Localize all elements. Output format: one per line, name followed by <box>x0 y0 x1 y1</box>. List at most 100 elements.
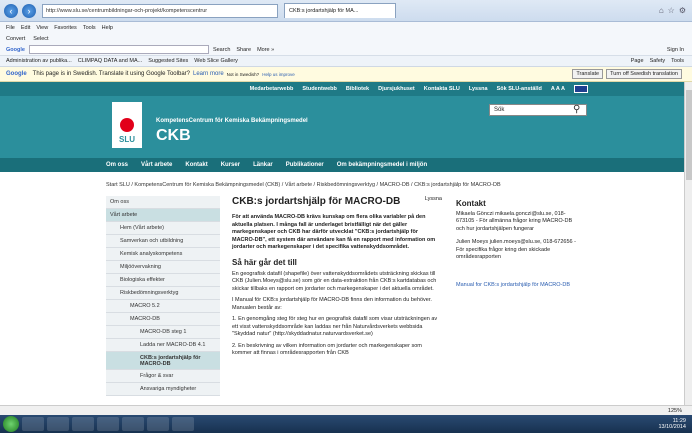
taskbar-app-icon[interactable] <box>22 417 44 431</box>
sidebar-item[interactable]: Om oss <box>106 196 220 209</box>
top-navigation: Medarbetarwebb Studentwebb Bibliotek Dju… <box>0 82 684 96</box>
star-icon[interactable]: ☆ <box>668 6 675 15</box>
menu-favorites[interactable]: Favorites <box>54 25 77 31</box>
topnav-item[interactable]: Medarbetarwebb <box>250 86 294 92</box>
gear-icon[interactable]: ⚙ <box>679 6 686 15</box>
breadcrumb[interactable]: Start SLU / KompetensCentrum för Kemiska… <box>106 182 501 188</box>
site-header: SLU KompetensCentrum för Kemiska Bekämpn… <box>0 96 684 158</box>
home-icon[interactable]: ⌂ <box>659 6 664 15</box>
taskbar-app-icon[interactable] <box>172 417 194 431</box>
slu-logo[interactable]: SLU <box>112 102 142 148</box>
google-search-button[interactable]: Search <box>213 47 230 53</box>
taskbar-app-icon[interactable] <box>122 417 144 431</box>
sidebar-item[interactable]: Biologiska effekter <box>106 274 220 287</box>
nav-kurser[interactable]: Kurser <box>221 162 240 168</box>
contact-entry: Mikaela Gönczi mikaela.gonczi@slu.se, 01… <box>456 210 573 232</box>
topnav-item[interactable]: Kontakta SLU <box>424 86 460 92</box>
taskbar-app-icon[interactable] <box>47 417 69 431</box>
topnav-item[interactable]: Studentwebb <box>302 86 337 92</box>
site-title: CKB <box>156 127 191 144</box>
uk-flag-icon[interactable] <box>574 85 588 93</box>
fav-item[interactable]: Web Slice Gallery <box>194 58 238 64</box>
nav-om-bekampningsmedel[interactable]: Om bekämpningsmedel i miljön <box>337 162 427 168</box>
browser-titlebar: ‹ › http://www.slu.se/centrumbildningar-… <box>0 0 692 22</box>
translate-message: This page is in Swedish. Translate it us… <box>32 71 190 77</box>
tools-menu[interactable]: Tools <box>671 58 684 64</box>
menu-edit[interactable]: Edit <box>21 25 30 31</box>
sidebar-item[interactable]: Samverkan och utbildning <box>106 235 220 248</box>
taskbar-app-icon[interactable] <box>97 417 119 431</box>
topnav-item[interactable]: Lyssna <box>469 86 488 92</box>
clock[interactable]: 11:29 13/10/2014 <box>658 418 686 430</box>
taskbar: 11:29 13/10/2014 <box>0 415 692 433</box>
zoom-level[interactable]: 125% <box>668 408 682 414</box>
nav-lankar[interactable]: Länkar <box>253 162 273 168</box>
turn-off-translation-button[interactable]: Turn off Swedish translation <box>606 69 682 79</box>
menu-file[interactable]: File <box>6 25 15 31</box>
sidebar: Om oss Vårt arbete Hem (Vårt arbete) Sam… <box>106 196 220 396</box>
sidebar-item[interactable]: MACRO 5.2 <box>106 300 220 313</box>
help-link[interactable]: Help us improve <box>262 72 295 77</box>
scrollbar[interactable] <box>684 82 692 405</box>
start-button[interactable] <box>3 416 19 432</box>
page-menu[interactable]: Page <box>631 58 644 64</box>
topnav-item[interactable]: Sök SLU-anställd <box>497 86 542 92</box>
taskbar-app-icon[interactable] <box>72 417 94 431</box>
nav-om-oss[interactable]: Om oss <box>106 162 128 168</box>
manual-link[interactable]: Manual for CKB:s jordartshjälp för MACRO… <box>456 282 578 290</box>
taskbar-app-icon[interactable] <box>147 417 169 431</box>
contact-heading: Kontakt <box>456 199 486 208</box>
nav-kontakt[interactable]: Kontakt <box>185 162 207 168</box>
nav-publikationer[interactable]: Publikationer <box>286 162 324 168</box>
browser-tab[interactable]: CKB:s jordartshjälp för MA... <box>284 3 396 18</box>
fav-item[interactable]: Administration av publika... <box>6 58 72 64</box>
listen-button[interactable]: Lyssna <box>425 196 442 202</box>
safety-menu[interactable]: Safety <box>650 58 666 64</box>
main-content: CKB:s jordartshjälp för MACRO-DB Lyssna … <box>232 196 442 362</box>
sidebar-item-current[interactable]: CKB:s jordartshjälp för MACRO-DB <box>106 352 220 370</box>
paragraph: En geografisk datafil (shapefile) över v… <box>232 270 437 292</box>
text-size-control[interactable]: A A A <box>551 86 565 92</box>
google-search-input[interactable] <box>28 45 209 54</box>
nav-vart-arbete[interactable]: Vårt arbete <box>141 162 172 168</box>
sidebar-item[interactable]: Hem (Vårt arbete) <box>106 222 220 235</box>
translate-bar: Google This page is in Swedish. Translat… <box>0 67 692 82</box>
sidebar-item[interactable]: Miljöövervakning <box>106 261 220 274</box>
sidebar-item[interactable]: Ladda ner MACRO-DB 4.1 <box>106 339 220 352</box>
translate-button[interactable]: Translate <box>572 69 604 79</box>
google-logo: Google <box>6 46 25 53</box>
sidebar-item[interactable]: Vårt arbete <box>106 209 220 222</box>
more-button[interactable]: More » <box>257 47 274 53</box>
share-button[interactable]: Share <box>236 47 251 53</box>
command-bar: Convert Select <box>0 33 692 44</box>
sidebar-item[interactable]: Ansvariga myndigheter <box>106 383 220 396</box>
google-logo: Google <box>6 71 27 77</box>
paragraph: 1. En genomgång steg för steg hur en geo… <box>232 316 438 337</box>
address-bar[interactable]: http://www.slu.se/centrumbildningar-och-… <box>42 3 278 18</box>
convert-button[interactable]: Convert <box>6 36 25 42</box>
topnav-item[interactable]: Djursjukhuset <box>378 86 415 92</box>
sidebar-item[interactable]: Frågor & svar <box>106 370 220 383</box>
sign-in-link[interactable]: Sign In <box>667 47 684 53</box>
section-heading: Så här går det till <box>232 257 297 267</box>
sidebar-item[interactable]: Riskbedömningsverktyg <box>106 287 220 300</box>
forward-button[interactable]: › <box>22 3 36 18</box>
favorites-bar: Administration av publika... CLIMPAQ DAT… <box>0 56 692 67</box>
sidebar-item[interactable]: MACRO-DB <box>106 313 220 326</box>
menu-help[interactable]: Help <box>102 25 113 31</box>
not-swedish-link[interactable]: Not in Swedish? <box>227 72 260 77</box>
menu-tools[interactable]: Tools <box>83 25 96 31</box>
site-subtitle: KompetensCentrum för Kemiska Bekämpnings… <box>156 118 308 124</box>
fav-item[interactable]: CLIMPAQ DATA and MA... <box>78 58 143 64</box>
sidebar-item[interactable]: MACRO-DB steg 1 <box>106 326 220 339</box>
window-controls: ⌂ ☆ ⚙ <box>659 6 686 15</box>
topnav-item[interactable]: Bibliotek <box>346 86 369 92</box>
select-button[interactable]: Select <box>33 36 48 42</box>
menu-view[interactable]: View <box>36 25 48 31</box>
fav-item[interactable]: Suggested Sites <box>148 58 188 64</box>
scrollbar-thumb[interactable] <box>686 90 692 180</box>
learn-more-link[interactable]: Learn more <box>193 71 224 77</box>
sidebar-item[interactable]: Kemisk analyskompetens <box>106 248 220 261</box>
back-button[interactable]: ‹ <box>4 3 18 18</box>
search-icon[interactable]: ⚲ <box>573 104 580 115</box>
